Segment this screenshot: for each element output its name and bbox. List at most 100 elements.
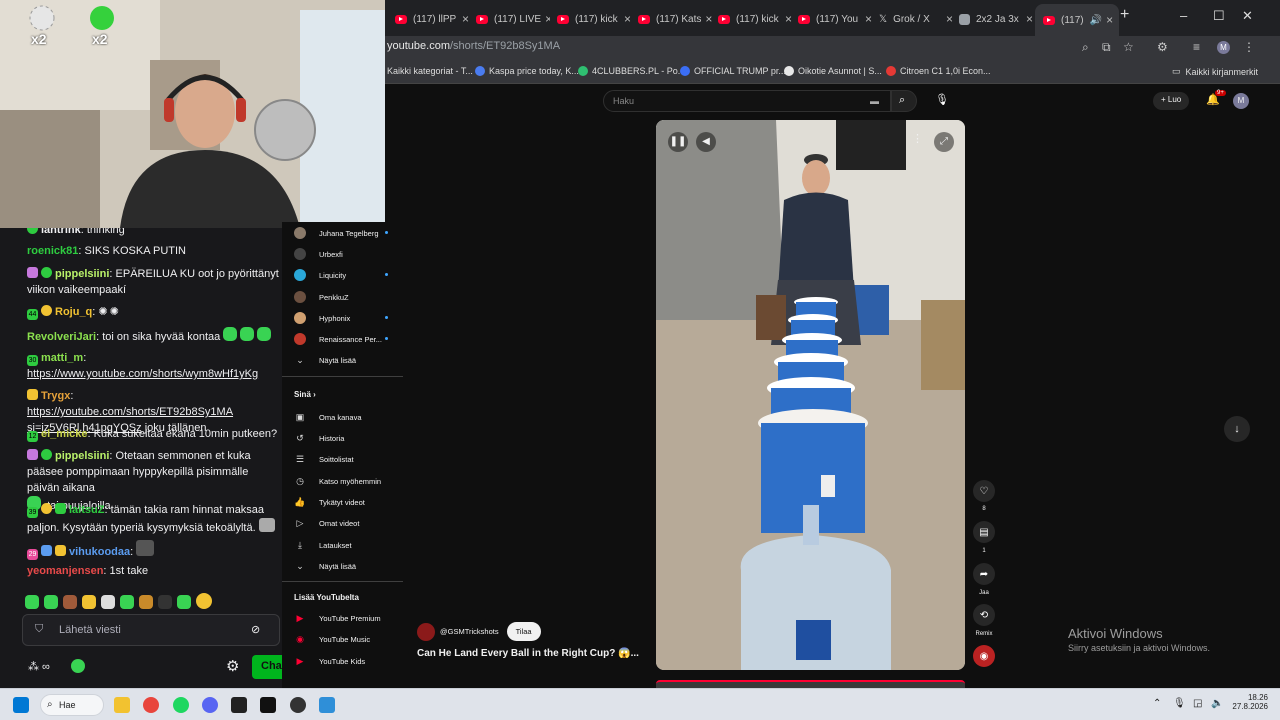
obs-icon[interactable] [290,697,306,713]
chat-link[interactable]: https://youtube.com/shorts/ET92b8Sy1MA [27,406,233,418]
close-icon[interactable]: × [701,12,712,26]
url-text[interactable]: youtube.com/shorts/ET92b8Sy1MA [387,40,560,52]
channel-avatar[interactable] [417,622,435,641]
settings-gear-icon[interactable]: ⚙ [226,657,239,675]
close-icon[interactable]: × [861,12,872,26]
emote-icon[interactable] [63,595,77,609]
fullscreen-icon[interactable]: ⤢ [934,132,954,152]
browser-tab[interactable]: (117) Kats × [638,8,712,30]
subscribe-button[interactable]: Tilaa [506,622,541,641]
next-short-preview[interactable] [656,680,965,688]
subscription-item[interactable]: Urbexfi [294,248,343,260]
speaker-icon[interactable]: 🔊 [1090,15,1102,26]
emote-icon[interactable] [25,595,39,609]
chat-link[interactable]: https://www.youtube.com/shorts/wym8wHf1y… [27,368,258,380]
bookmark[interactable]: OFFICIAL TRUMP pr... [680,66,786,76]
close-window-icon[interactable]: ✕ [1242,8,1253,24]
browser-tab[interactable]: 2x2 Ja 3x × [959,8,1033,30]
minimize-icon[interactable]: – [1180,8,1187,23]
emote-icon[interactable] [177,595,191,609]
chat-send-button[interactable]: Cha [252,655,282,679]
close-icon[interactable]: × [620,12,631,26]
comments-button[interactable]: ▤ [973,521,995,543]
browser-tab[interactable]: (117) kick × [718,8,792,30]
create-button[interactable]: + Luo [1153,92,1190,110]
sidebar-item-history[interactable]: ↺ Historia [294,432,344,444]
sidebar-item-your-videos[interactable]: ▷ Omat videot [294,517,360,529]
bookmark[interactable]: Citroen C1 1,0i Econ... [886,66,991,76]
emote-icon[interactable] [82,595,96,609]
volume-icon[interactable]: ◀ [696,132,716,152]
browser-tab[interactable]: (117) LIVE × [476,8,550,30]
pause-icon[interactable]: ❚❚ [668,132,688,152]
app-icon[interactable] [260,697,276,713]
more-options-icon[interactable]: ⋮ [912,132,923,145]
emote-icon[interactable] [139,595,153,609]
subscription-item[interactable]: Liquicity [294,269,346,281]
browser-tab[interactable]: (117) kick × [557,8,631,30]
menu-icon[interactable]: ⋮ [1243,40,1255,54]
search-input[interactable]: Haku ▬ [603,90,891,112]
emote-icon[interactable] [44,595,58,609]
close-icon[interactable]: × [1102,13,1113,27]
microphone-icon[interactable]: 🎙 [1173,698,1186,709]
close-icon[interactable]: × [541,12,550,26]
discord-icon[interactable] [202,697,218,713]
channel-handle[interactable]: @GSMTrickshots [440,627,499,636]
star-icon[interactable]: ☆ [1123,40,1134,54]
bookmark[interactable]: Kaikki kategoriat - T... [387,66,473,76]
search-icon[interactable]: ⌕ [1082,40,1089,55]
shorts-video-player[interactable]: ❚❚ ◀ ⋮ ⤢ [656,120,965,670]
close-icon[interactable]: × [781,12,792,26]
clock[interactable]: 18.26 27.8.2026 [1232,693,1268,711]
new-tab-button[interactable]: + [1120,6,1129,24]
sidebar-item-music[interactable]: ◉ YouTube Music [294,633,370,645]
sidebar-item-watch-later[interactable]: ◷ Katso myöhemmin [294,475,381,487]
sidebar-item-premium[interactable]: ▶ YouTube Premium [294,612,381,624]
chat-input[interactable]: ⛉ Lähetä viesti ⊘ [22,614,280,646]
media-icon[interactable]: ≡ [1193,40,1200,54]
show-more-button[interactable]: ⌄ Näytä lisää [294,560,356,572]
subscription-item[interactable]: Juhana Tegelberg [294,227,379,239]
bookmark[interactable]: Oikotie Asunnot | S... [784,66,882,76]
address-bar[interactable]: youtube.com/shorts/ET92b8Sy1MA ⌕ ⧉ ☆ ⚙ ≡… [385,36,1280,60]
profile-avatar[interactable]: M [1217,41,1230,54]
emote-bar[interactable] [25,593,217,614]
emote-icon[interactable] [158,595,172,609]
share-button[interactable]: ➦ [973,563,995,585]
subscription-item[interactable]: Hyphonix [294,312,350,324]
subscription-item[interactable]: Renaissance Per... [294,333,382,345]
account-avatar[interactable]: M [1233,93,1249,109]
file-explorer-icon[interactable] [114,697,130,713]
close-icon[interactable]: × [458,12,469,26]
capcut-icon[interactable] [231,697,247,713]
search-button[interactable]: ⌕ [891,90,917,112]
subscription-item[interactable]: PenkkuZ [294,291,349,303]
bits-icon[interactable]: ⊘ [251,623,260,636]
show-more-button[interactable]: ⌄ Näytä lisää [294,354,356,366]
video-title[interactable]: Can He Land Every Ball in the Right Cup?… [417,648,639,659]
extensions-icon[interactable]: ⚙ [1157,40,1168,54]
keyboard-icon[interactable]: ▬ [870,96,879,106]
sidebar-item-playlists[interactable]: ☰ Soittolistat [294,453,354,465]
taskbar-search[interactable]: ⌕ Hae [40,694,104,716]
sidebar-item-liked[interactable]: 👍 Tykätyt videot [294,496,364,508]
close-icon[interactable]: × [1022,12,1033,26]
maximize-icon[interactable]: ☐ [1213,8,1225,24]
next-video-button[interactable]: ↓ [1224,416,1250,442]
chrome-icon[interactable] [143,697,159,713]
volume-icon[interactable]: 🔈 [1211,698,1223,709]
browser-tab-active[interactable]: (117) 🔊 × [1035,4,1119,36]
microphone-icon[interactable]: 🎙 [935,93,949,106]
browser-tab[interactable]: 𝕏 Grok / X × [879,8,953,30]
sound-avatar[interactable]: ◉ [973,645,995,667]
sidebar-item-downloads[interactable]: ⤓ Lataukset [294,539,352,551]
browser-tab[interactable]: (117) You × [798,8,872,30]
shield-icon[interactable]: ⛉ [35,623,43,636]
all-bookmarks[interactable]: ▭ Kaikki kirjanmerkit [1172,66,1258,77]
like-button[interactable]: ♡ [973,480,995,502]
install-icon[interactable]: ⧉ [1102,40,1111,55]
bookmark[interactable]: 4CLUBBERS.PL - Po... [578,66,685,76]
spotify-icon[interactable] [173,697,189,713]
close-icon[interactable]: × [942,12,953,26]
